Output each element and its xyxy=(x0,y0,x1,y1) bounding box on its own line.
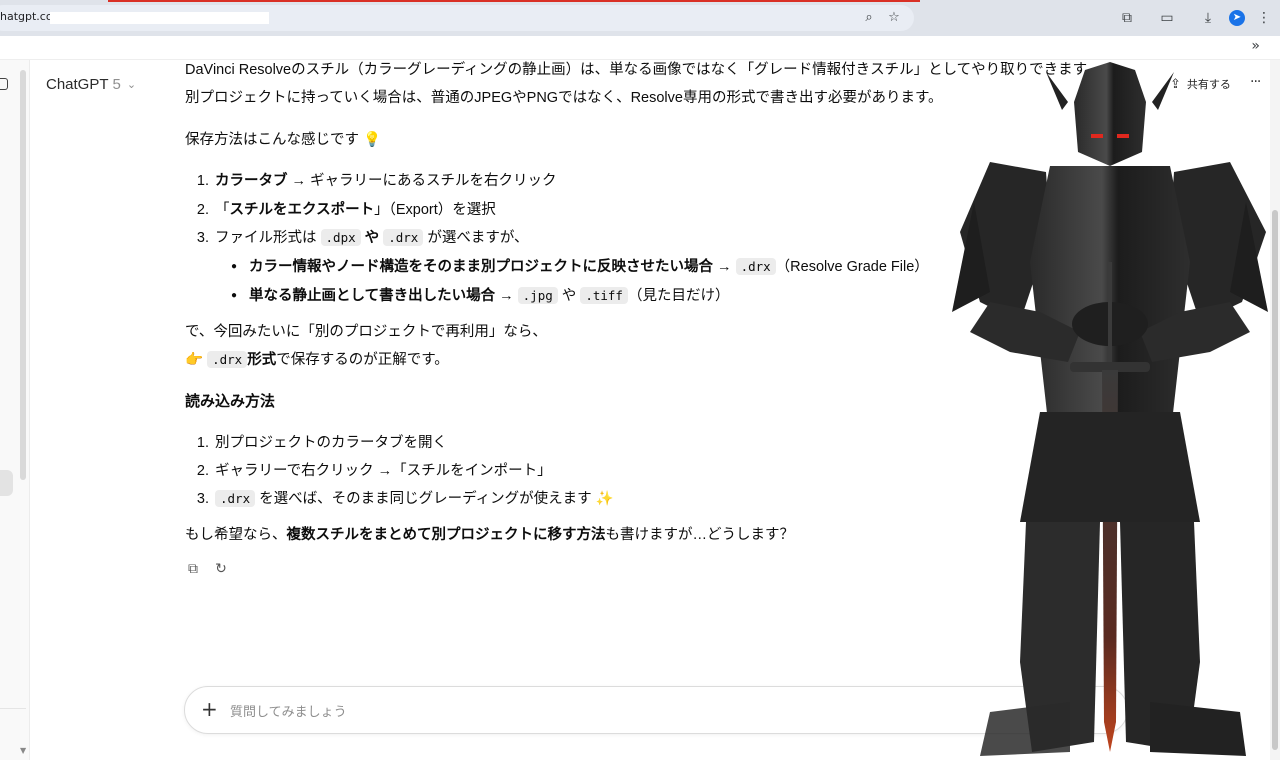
sparkles-icon: ✨ xyxy=(595,491,614,507)
regenerate-icon[interactable]: ↻ xyxy=(213,561,229,577)
intro-line-2: 別プロジェクトに持っていく場合は、普通のJPEGやPNGではなく、Resolve… xyxy=(185,90,943,106)
browser-toolbar: hatgpt.com/ ⌕ ☆ ⧉ ▭ ⤓ ➤ ⋮ xyxy=(0,0,1280,36)
star-icon[interactable]: ☆ xyxy=(885,9,903,27)
model-name: ChatGPT xyxy=(46,76,109,93)
inline-code: .drx xyxy=(215,490,256,507)
inline-code: .drx xyxy=(383,229,424,246)
load-heading: 読み込み方法 xyxy=(185,393,276,410)
plus-icon[interactable]: + xyxy=(201,699,218,719)
page-scrollbar[interactable] xyxy=(1270,60,1280,760)
list-item: 2. 「スチルをエクスポート」（Export）を選択 xyxy=(196,202,496,218)
model-selector[interactable]: ChatGPT 5 ⌄ xyxy=(46,76,136,93)
list-item: 2. ギャラリーで右クリック →「スチルをインポート」 xyxy=(196,463,552,479)
composer-input[interactable]: 質問してみましょう xyxy=(230,701,347,720)
sidebar-selected-item[interactable] xyxy=(0,470,13,496)
download-icon[interactable]: ⤓ xyxy=(1198,9,1218,27)
lightbulb-icon: 💡 xyxy=(363,132,382,148)
bullet-item: ● 単なる静止画として書き出したい場合 → .jpg や .tiff （見た目だけ） xyxy=(185,286,729,306)
media-icon[interactable]: ▭ xyxy=(1157,9,1177,27)
inline-code: .drx xyxy=(207,351,248,368)
scroll-down-icon[interactable]: ▼ xyxy=(20,746,26,755)
zoom-icon[interactable]: ⌕ xyxy=(860,9,878,27)
bullet-icon: ● xyxy=(230,261,237,273)
inline-code: .dpx xyxy=(320,229,361,246)
conclusion-line-1: で、今回みたいに「別のプロジェクトで再利用」なら、 xyxy=(185,324,547,340)
conclusion-line-2: 👉 .drx 形式で保存するのが正解です。 xyxy=(185,351,449,368)
url-redaction xyxy=(50,12,269,24)
list-item: 3. .drx を選べば、そのまま同じグレーディングが使えます ✨ xyxy=(196,490,614,507)
save-heading: 保存方法はこんな感じです 💡 xyxy=(185,132,382,148)
bullet-icon: ● xyxy=(230,290,237,302)
bookmarks-chevron-icon[interactable]: » xyxy=(1251,38,1260,54)
scrollbar-thumb[interactable] xyxy=(1272,210,1278,750)
extensions-icon[interactable]: ⧉ xyxy=(1117,9,1137,27)
closing-line: もし希望なら、複数スチルをまとめて別プロジェクトに移す方法も書けますが…どうしま… xyxy=(185,527,794,543)
sidebar-toggle-icon[interactable] xyxy=(0,78,8,90)
profile-icon[interactable]: ➤ xyxy=(1229,10,1245,26)
sidebar-divider xyxy=(0,708,26,709)
inline-code: .drx xyxy=(735,258,776,275)
pointing-hand-icon: 👉 xyxy=(185,352,204,368)
sidebar-scrollbar[interactable] xyxy=(20,70,26,480)
list-item: 3. ファイル形式は .dpx や .drx が選べますが、 xyxy=(196,229,529,246)
menu-icon[interactable]: ⋮ xyxy=(1254,9,1274,27)
sidebar: ▼ xyxy=(0,60,30,760)
bookmarks-bar: » xyxy=(0,36,1280,60)
armored-knight-image xyxy=(952,62,1268,756)
list-item: 1. カラータブ → ギャラリーにあるスチルを右クリック xyxy=(196,173,557,189)
chevron-down-icon: ⌄ xyxy=(126,79,137,91)
list-item: 1. 別プロジェクトのカラータブを開く xyxy=(196,435,447,451)
inline-code: .jpg xyxy=(517,287,558,304)
tab-indicator xyxy=(108,0,920,2)
copy-icon[interactable]: ⧉ xyxy=(185,561,201,577)
message-actions: ⧉ ↻ xyxy=(185,561,229,577)
model-version: 5 xyxy=(112,76,121,93)
bullet-item: ● カラー情報やノード構造をそのまま別プロジェクトに反映させたい場合 → .drx… xyxy=(185,257,929,277)
address-bar[interactable]: hatgpt.com/ ⌕ ☆ xyxy=(0,5,914,31)
inline-code: .tiff xyxy=(580,287,628,304)
